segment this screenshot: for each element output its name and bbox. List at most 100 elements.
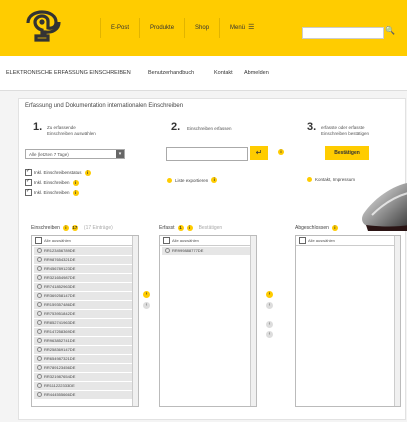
list-item[interactable]: RR999888777DE (162, 247, 254, 255)
radio-icon[interactable] (37, 284, 42, 290)
list-item[interactable]: RR456789123DE (34, 265, 136, 273)
checkbox-2-box[interactable] (25, 178, 32, 186)
list-item[interactable]: RR987654321DE (34, 256, 136, 264)
confirm-button[interactable]: Bestätigen (325, 146, 369, 160)
move-left-icon[interactable]: ‹ (266, 302, 273, 309)
list-item[interactable]: RR654987321DE (34, 355, 136, 363)
search-input[interactable] (302, 27, 384, 39)
left-select-all[interactable]: Alle auswählen (32, 236, 138, 246)
right-list[interactable]: Alle auswählen (295, 235, 401, 407)
nav-item-produkte[interactable]: Produkte (139, 18, 184, 38)
list-item[interactable]: RR258369147DE (34, 346, 136, 354)
list-item[interactable]: RR444555666DE (34, 391, 136, 399)
nav-item-menu[interactable]: Menü ☰ (219, 18, 264, 38)
list-item-label: RR852741963DE (44, 320, 76, 325)
link-benutzerhandbuch[interactable]: Benutzerhandbuch (148, 70, 194, 76)
info-icon[interactable]: i (84, 169, 91, 176)
info-icon[interactable]: i (278, 149, 284, 155)
info-icon[interactable]: i (211, 177, 218, 183)
top-navigation-bar: E-Post Produkte Shop Menü ☰ 🔍 (0, 0, 407, 56)
info-icon[interactable]: i (62, 225, 69, 231)
enter-button[interactable]: ↵ (250, 146, 268, 160)
list-item[interactable]: RR963852741DE (34, 337, 136, 345)
radio-icon[interactable] (37, 383, 42, 389)
link-kontakt[interactable]: Kontakt (214, 70, 233, 76)
move-down-icon[interactable]: ‹ (266, 331, 273, 338)
move-right-icon[interactable]: › (143, 291, 150, 298)
checkbox-2-label: Inkl. Einschreiben (34, 180, 70, 185)
middle-scrollbar[interactable] (250, 236, 256, 406)
checkbox-1-box[interactable] (25, 168, 32, 176)
middle-panel-title: Erfasst (159, 225, 175, 231)
list-item[interactable]: RR321987654DE (34, 373, 136, 381)
radio-icon[interactable] (37, 329, 42, 335)
list-item[interactable]: RR753951842DE (34, 310, 136, 318)
radio-icon[interactable] (37, 365, 42, 371)
radio-icon[interactable] (37, 311, 42, 317)
radio-icon[interactable] (37, 347, 42, 353)
list-item-label: RR987654321DE (44, 257, 76, 262)
info-icon[interactable]: i (331, 225, 338, 231)
list-item[interactable]: RR741852963DE (34, 283, 136, 291)
barcode-input[interactable] (166, 147, 248, 161)
list-item[interactable]: RR789123456DE (34, 364, 136, 372)
right-panel-title: Abgeschlossen (295, 225, 329, 231)
time-range-select[interactable]: Alle (letzten 7 Tage) ▾ (25, 149, 125, 159)
info-icon[interactable]: i (72, 179, 79, 186)
radio-icon[interactable] (37, 275, 42, 281)
list-item[interactable]: RR123456789DE (34, 247, 136, 255)
right-select-all-label: Alle auswählen (308, 238, 335, 243)
left-scrollbar[interactable] (132, 236, 138, 406)
move-left-icon[interactable]: ‹ (143, 302, 150, 309)
radio-icon[interactable] (37, 248, 42, 254)
radio-icon[interactable] (37, 356, 42, 362)
move-right-icon[interactable]: › (266, 291, 273, 298)
middle-select-all[interactable]: Alle auswählen (160, 236, 256, 246)
checkbox-1-label: Inkl. Einschreibenstatus (34, 170, 82, 175)
info-icon[interactable]: i (72, 189, 79, 196)
list-item[interactable]: RR321654987DE (34, 274, 136, 282)
radio-icon[interactable] (37, 374, 42, 380)
radio-icon[interactable] (37, 338, 42, 344)
select-all-checkbox[interactable] (299, 237, 306, 244)
middle-panel-subtitle[interactable]: Bestätigen (199, 225, 223, 231)
checkbox-3[interactable]: Inkl. Einschreibeni (25, 188, 79, 196)
nav-item-shop[interactable]: Shop (184, 18, 219, 38)
list-item-label: RR147258369DE (44, 329, 76, 334)
radio-icon[interactable] (37, 293, 42, 299)
checkbox-2[interactable]: Inkl. Einschreibeni (25, 178, 79, 186)
list-item[interactable]: RR852741963DE (34, 319, 136, 327)
list-item-label: RR963852741DE (44, 338, 76, 343)
search-icon[interactable]: 🔍 (385, 26, 395, 35)
left-list[interactable]: Alle auswählen RR123456789DE RR987654321D… (31, 235, 139, 407)
radio-icon[interactable] (37, 320, 42, 326)
list-item[interactable]: RR111222333DE (34, 382, 136, 390)
left-panel-subtitle: (17 Einträge) (83, 225, 113, 231)
link-abmelden[interactable]: Abmelden (244, 70, 269, 76)
radio-icon[interactable] (165, 248, 170, 254)
export-link[interactable]: Liste exportieren i (167, 177, 218, 183)
main-panel: Erfassung und Dokumentation internationa… (18, 98, 406, 420)
left-panel-header: Einschreiben i 17 (17 Einträge) (31, 225, 113, 231)
radio-icon[interactable] (37, 392, 42, 398)
middle-list[interactable]: Alle auswählen RR999888777DE (159, 235, 257, 407)
radio-icon[interactable] (37, 266, 42, 272)
sub-navigation: ELEKTRONISCHE ERFASSUNG EINSCHREIBEN Ben… (0, 56, 407, 91)
move-up-icon[interactable]: ‹ (266, 321, 273, 328)
nav-item-epost[interactable]: E-Post (100, 18, 139, 38)
checkbox-3-box[interactable] (25, 188, 32, 196)
list-item[interactable]: RR369258147DE (34, 292, 136, 300)
page-title: Erfassung und Dokumentation internationa… (25, 103, 184, 109)
list-item[interactable]: RR159357486DE (34, 301, 136, 309)
right-scrollbar[interactable] (394, 236, 400, 406)
radio-icon[interactable] (37, 257, 42, 263)
info-icon[interactable]: i (186, 225, 193, 231)
radio-icon[interactable] (37, 302, 42, 308)
post-horn-logo-icon[interactable] (22, 9, 62, 43)
list-item[interactable]: RR147258369DE (34, 328, 136, 336)
time-range-value: Alle (letzten 7 Tage) (29, 152, 69, 157)
select-all-checkbox[interactable] (163, 237, 170, 244)
select-all-checkbox[interactable] (35, 237, 42, 244)
checkbox-1[interactable]: Inkl. Einschreibenstatusi (25, 168, 91, 176)
contact-link[interactable]: Kontakt, Impressum (307, 177, 355, 182)
